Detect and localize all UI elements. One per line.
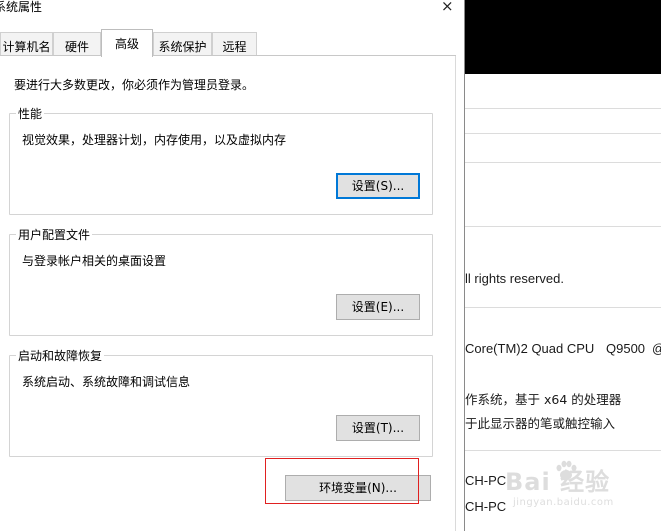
startup-recovery-group: 启动和故障恢复 系统启动、系统故障和调试信息 设置(T)... xyxy=(9,347,433,457)
pen-touch-text: 于此显示器的笔或触控输入 xyxy=(465,416,616,431)
startup-recovery-description: 系统启动、系统故障和调试信息 xyxy=(22,375,191,389)
background-window xyxy=(455,0,661,531)
user-profiles-settings-button[interactable]: 设置(E)... xyxy=(336,294,420,320)
performance-description: 视觉效果，处理器计划，内存使用，以及虚拟内存 xyxy=(22,133,287,147)
startup-recovery-legend: 启动和故障恢复 xyxy=(16,347,105,364)
copyright-text: ll rights reserved. xyxy=(465,271,564,286)
divider xyxy=(455,450,661,451)
divider xyxy=(455,133,661,134)
tab-advanced[interactable]: 高级 xyxy=(101,29,153,57)
watermark-url: jingyan.baidu.com xyxy=(513,497,614,508)
tab-hardware[interactable]: 硬件 xyxy=(53,32,101,56)
paw-icon xyxy=(556,460,577,480)
divider xyxy=(455,162,661,163)
divider xyxy=(455,108,661,109)
background-black-banner xyxy=(455,0,661,74)
performance-settings-button[interactable]: 设置(S)... xyxy=(336,173,420,199)
performance-group: 性能 视觉效果，处理器计划，内存使用，以及虚拟内存 设置(S)... xyxy=(9,105,433,215)
close-icon[interactable]: × xyxy=(441,0,454,15)
full-computer-name-text: CH-PC xyxy=(465,499,507,514)
performance-legend: 性能 xyxy=(16,105,45,122)
divider xyxy=(455,307,661,308)
user-profiles-legend: 用户配置文件 xyxy=(16,226,93,243)
startup-recovery-settings-button[interactable]: 设置(T)... xyxy=(336,415,420,441)
user-profiles-description: 与登录帐户相关的桌面设置 xyxy=(22,254,167,268)
highlight-box xyxy=(265,458,419,504)
tab-remote[interactable]: 远程 xyxy=(212,32,257,56)
cpu-name: Core(TM)2 Quad CPU xyxy=(465,341,595,356)
admin-notice: 要进行大多数更改，你必须作为管理员登录。 xyxy=(14,78,255,92)
tab-strip: 计算机名 硬件 高级 系统保护 远程 xyxy=(0,29,464,57)
user-profiles-group: 用户配置文件 与登录帐户相关的桌面设置 设置(E)... xyxy=(9,226,433,336)
computer-name-text: CH-PC xyxy=(465,473,507,488)
tab-system-protection[interactable]: 系统保护 xyxy=(153,32,212,56)
tab-computer-name[interactable]: 计算机名 xyxy=(0,32,53,56)
cpu-model: Q9500 xyxy=(606,341,646,356)
dialog-title: 系统属性 xyxy=(0,0,43,14)
title-bar: 系统属性 × xyxy=(0,0,464,15)
baidu-watermark: Bai 经验 jingyan.baidu.com xyxy=(505,460,614,508)
divider xyxy=(455,226,661,227)
system-type-text: 作系统，基于 x64 的处理器 xyxy=(465,392,622,407)
cpu-at: @ xyxy=(652,341,661,356)
system-properties-dialog: 系统属性 × 计算机名 硬件 高级 系统保护 远程 要进行大多数更改，你必须作为… xyxy=(0,0,465,531)
